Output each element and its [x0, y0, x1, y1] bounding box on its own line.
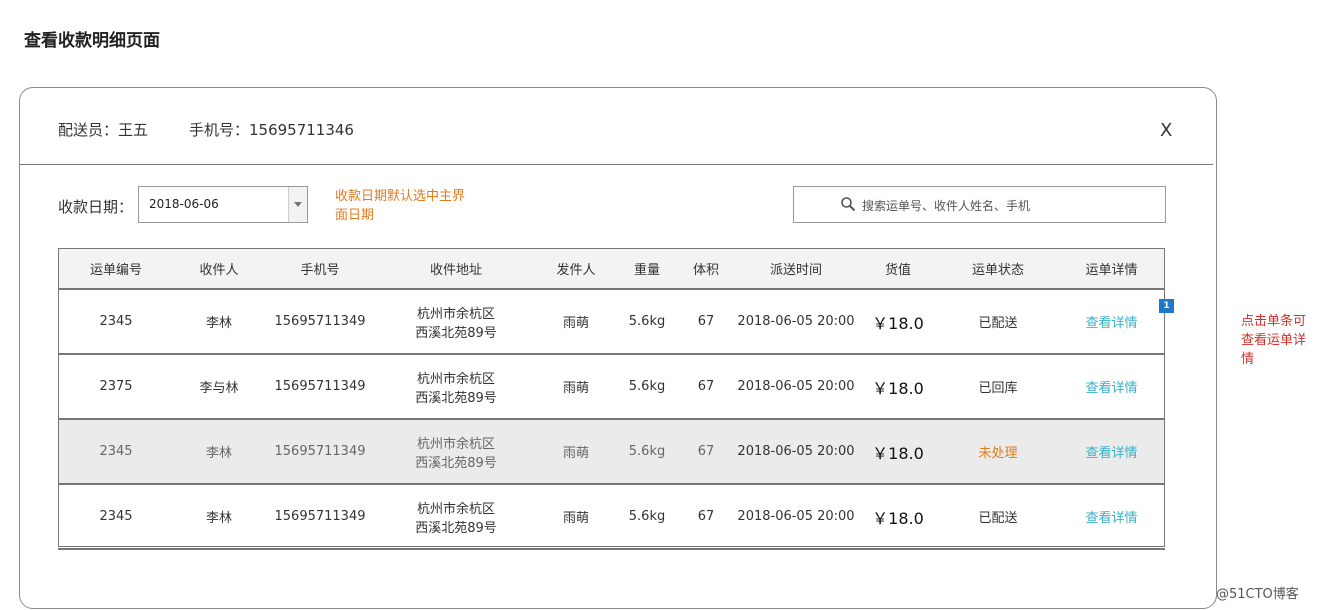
cell-status: 已回库: [938, 354, 1058, 420]
date-label: 收款日期：: [58, 198, 134, 216]
close-button[interactable]: X: [1160, 120, 1172, 141]
courier-name: 配送员：王五: [58, 121, 149, 139]
cell-status: 已配送: [938, 289, 1058, 355]
address-line: 杭州市余杭区: [416, 436, 495, 452]
col-header: 体积: [678, 248, 734, 290]
search-input[interactable]: [860, 195, 1154, 217]
cell-waybill-id: 2375: [58, 354, 174, 420]
waybill-table: 运单编号 收件人 手机号 收件地址 发件人 重量 体积 派送时间 货值 运单状态…: [58, 248, 1165, 550]
receipt-detail-modal: 配送员：王五 手机号：15695711346 X 收款日期： 2018-06-0…: [19, 87, 1217, 609]
cell-value: ￥18.0: [858, 419, 938, 485]
cell-weight: 5.6kg: [616, 354, 678, 420]
view-detail-link[interactable]: 查看详情: [1058, 484, 1165, 550]
address-line: 杭州市余杭区: [416, 371, 495, 387]
cell-address: 杭州市余杭区 西溪北苑89号: [376, 419, 536, 485]
modal-header: 配送员：王五 手机号：15695711346 X: [20, 88, 1213, 165]
table-row[interactable]: 2345 李林 15695711349 杭州市余杭区 西溪北苑89号 雨萌 5.6…: [58, 419, 1165, 485]
col-header: 手机号: [264, 248, 376, 290]
address-line: 杭州市余杭区: [416, 501, 495, 517]
cell-recipient: 李林: [174, 419, 264, 485]
cell-recipient: 李林: [174, 484, 264, 550]
cell-weight: 5.6kg: [616, 484, 678, 550]
cell-address: 杭州市余杭区 西溪北苑89号: [376, 484, 536, 550]
col-header: 运单状态: [938, 248, 1058, 290]
cell-sender: 雨萌: [536, 484, 616, 550]
date-default-note: 收款日期默认选中主界面日期: [335, 189, 466, 223]
col-header: 派送时间: [734, 248, 858, 290]
date-value: 2018-06-06: [149, 197, 219, 211]
search-box[interactable]: [793, 186, 1166, 223]
cell-waybill-id: 2345: [58, 419, 174, 485]
table-header-row: 运单编号 收件人 手机号 收件地址 发件人 重量 体积 派送时间 货值 运单状态…: [58, 248, 1165, 290]
date-select[interactable]: 2018-06-06: [138, 186, 308, 223]
view-detail-link[interactable]: 查看详情: [1058, 419, 1165, 485]
annotation-note: 点击单条可查看运单详情: [1241, 314, 1307, 367]
cell-delivery-time: 2018-06-05 20:00: [734, 289, 858, 355]
cell-waybill-id: 2345: [58, 289, 174, 355]
cell-volume: 67: [678, 419, 734, 485]
chevron-down-icon[interactable]: [288, 187, 307, 222]
address-line: 西溪北苑89号: [415, 390, 497, 406]
cell-sender: 雨萌: [536, 419, 616, 485]
cell-value: ￥18.0: [858, 289, 938, 355]
cell-recipient: 李林: [174, 289, 264, 355]
annotation-marker: 1: [1159, 299, 1174, 313]
cell-phone: 15695711349: [264, 484, 376, 550]
address-line: 西溪北苑89号: [415, 520, 497, 536]
cell-recipient: 李与林: [174, 354, 264, 420]
address-line: 西溪北苑89号: [415, 325, 497, 341]
col-header: 运单编号: [58, 248, 174, 290]
cell-delivery-time: 2018-06-05 20:00: [734, 354, 858, 420]
view-detail-link[interactable]: 查看详情: [1058, 289, 1165, 355]
col-header: 运单详情: [1058, 248, 1165, 290]
cell-value: ￥18.0: [858, 484, 938, 550]
address-line: 西溪北苑89号: [415, 455, 497, 471]
col-header: 货值: [858, 248, 938, 290]
watermark: @51CTO博客: [1216, 587, 1299, 602]
cell-address: 杭州市余杭区 西溪北苑89号: [376, 289, 536, 355]
cell-delivery-time: 2018-06-05 20:00: [734, 419, 858, 485]
cell-address: 杭州市余杭区 西溪北苑89号: [376, 354, 536, 420]
cell-value: ￥18.0: [858, 354, 938, 420]
cell-status: 未处理: [938, 419, 1058, 485]
table-row[interactable]: 2375 李与林 15695711349 杭州市余杭区 西溪北苑89号 雨萌 5.…: [58, 354, 1165, 420]
cell-waybill-id: 2345: [58, 484, 174, 550]
cell-delivery-time: 2018-06-05 20:00: [734, 484, 858, 550]
cell-volume: 67: [678, 484, 734, 550]
courier-phone: 手机号：15695711346: [189, 121, 354, 139]
col-header: 收件人: [174, 248, 264, 290]
page-title: 查看收款明细页面: [24, 31, 160, 51]
view-detail-link[interactable]: 查看详情: [1058, 354, 1165, 420]
cell-sender: 雨萌: [536, 354, 616, 420]
table-row[interactable]: 2345 李林 15695711349 杭州市余杭区 西溪北苑89号 雨萌 5.6…: [58, 484, 1165, 550]
cell-volume: 67: [678, 289, 734, 355]
cell-phone: 15695711349: [264, 354, 376, 420]
cell-status: 已配送: [938, 484, 1058, 550]
cell-volume: 67: [678, 354, 734, 420]
cell-sender: 雨萌: [536, 289, 616, 355]
col-header: 重量: [616, 248, 678, 290]
table-row[interactable]: 2345 李林 15695711349 杭州市余杭区 西溪北苑89号 雨萌 5.6…: [58, 289, 1165, 355]
col-header: 发件人: [536, 248, 616, 290]
cell-phone: 15695711349: [264, 289, 376, 355]
search-icon: [841, 197, 856, 212]
cell-weight: 5.6kg: [616, 419, 678, 485]
address-line: 杭州市余杭区: [416, 306, 495, 322]
col-header: 收件地址: [376, 248, 536, 290]
cell-weight: 5.6kg: [616, 289, 678, 355]
cell-phone: 15695711349: [264, 419, 376, 485]
